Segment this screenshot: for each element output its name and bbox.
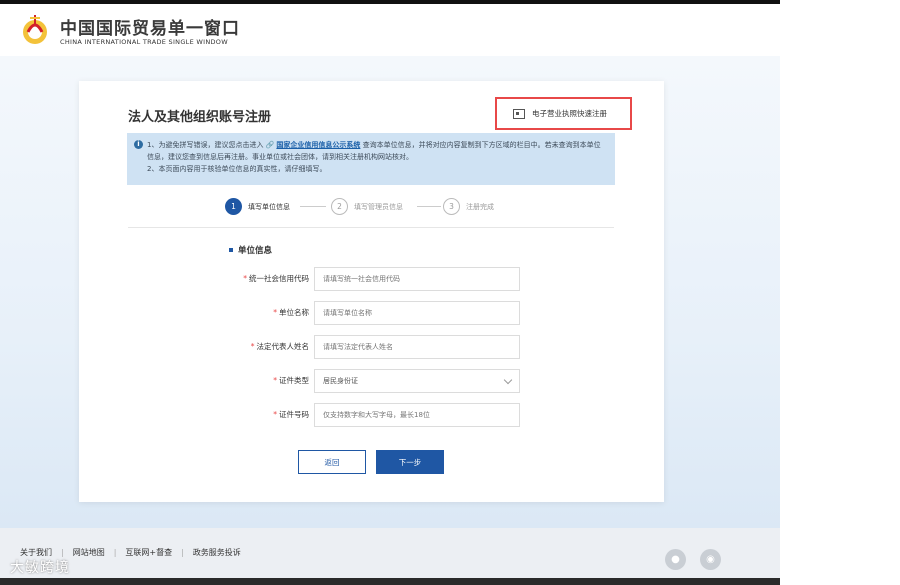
step-2: 2 填写管理员信息 bbox=[331, 198, 403, 215]
right-blank-area bbox=[780, 0, 900, 585]
id-type-row: * 证件类型 居民身份证 bbox=[219, 369, 520, 393]
id-number-row: * 证件号码 bbox=[219, 403, 520, 427]
site-footer: 关于我们 | 网站地图 | 互联网+督查 | 政务服务投诉 ● ◉ bbox=[0, 528, 780, 578]
footer-link-sitemap[interactable]: 网站地图 bbox=[73, 547, 105, 558]
site-logo-icon[interactable] bbox=[20, 12, 50, 48]
step-1-label: 填写单位信息 bbox=[248, 202, 290, 211]
footer-separator: | bbox=[113, 548, 117, 557]
required-mark: * bbox=[273, 308, 277, 317]
required-mark: * bbox=[273, 376, 277, 385]
weibo-icon[interactable]: ◉ bbox=[700, 549, 721, 570]
legal-rep-label: * 法定代表人姓名 bbox=[251, 341, 309, 352]
info-icon: i bbox=[134, 140, 143, 149]
footer-separator: | bbox=[61, 548, 64, 557]
next-step-button[interactable]: 下一步 bbox=[376, 450, 444, 474]
site-subtitle: CHINA INTERNATIONAL TRADE SINGLE WINDOW bbox=[60, 38, 228, 46]
site-header: 中国国际贸易单一窗口 CHINA INTERNATIONAL TRADE SIN… bbox=[0, 4, 780, 56]
org-name-label: * 单位名称 bbox=[273, 307, 309, 318]
section-title-text: 单位信息 bbox=[238, 246, 273, 256]
quick-license-register-label: 电子营业执照快速注册 bbox=[532, 109, 607, 118]
footer-link-supervision[interactable]: 互联网+督查 bbox=[125, 547, 172, 558]
section-bullet bbox=[229, 248, 233, 252]
required-mark: * bbox=[273, 410, 277, 419]
notice-line1-prefix: 1、为避免拼写错误，建议您点击进入 bbox=[147, 141, 264, 149]
step-connector bbox=[417, 206, 441, 207]
back-button[interactable]: 返回 bbox=[298, 450, 366, 474]
divider bbox=[128, 227, 614, 228]
chevron-down-icon bbox=[503, 375, 513, 385]
required-mark: * bbox=[243, 274, 247, 283]
step-3-label: 注册完成 bbox=[466, 202, 494, 211]
quick-license-register-button[interactable]: 电子营业执照快速注册 bbox=[495, 97, 632, 130]
credit-code-label: * 统一社会信用代码 bbox=[243, 273, 309, 284]
wechat-icon[interactable]: ● bbox=[665, 549, 686, 570]
page-title: 法人及其他组织账号注册 bbox=[128, 110, 272, 125]
notice-box: i 1、为避免拼写错误，建议您点击进入 🔗 国家企业信用信息公示系统 查询本单位信… bbox=[127, 133, 615, 185]
step-indicator: 1 填写单位信息 2 填写管理员信息 3 注册完成 bbox=[225, 198, 525, 216]
link-icon: 🔗 bbox=[265, 141, 275, 149]
id-type-label-text: 证件类型 bbox=[279, 376, 309, 385]
legal-rep-input[interactable] bbox=[314, 335, 520, 359]
step-3-number: 3 bbox=[443, 198, 460, 215]
id-number-label-text: 证件号码 bbox=[279, 410, 309, 419]
registration-card: 法人及其他组织账号注册 电子营业执照快速注册 i 1、为避免拼写错误，建议您点击… bbox=[79, 81, 664, 502]
id-number-label: * 证件号码 bbox=[273, 409, 309, 420]
os-taskbar bbox=[0, 578, 780, 585]
step-1: 1 填写单位信息 bbox=[225, 198, 290, 215]
step-1-number: 1 bbox=[225, 198, 242, 215]
section-title: 单位信息 bbox=[229, 244, 272, 256]
license-card-icon bbox=[513, 108, 525, 119]
footer-separator: | bbox=[181, 548, 184, 557]
org-name-label-text: 单位名称 bbox=[279, 308, 309, 317]
id-type-label: * 证件类型 bbox=[273, 375, 309, 386]
legal-rep-label-text: 法定代表人姓名 bbox=[256, 342, 310, 351]
site-title: 中国国际贸易单一窗口 bbox=[60, 19, 240, 39]
credit-info-system-link[interactable]: 国家企业信用信息公示系统 bbox=[276, 141, 360, 149]
footer-link-complaint[interactable]: 政务服务投诉 bbox=[193, 547, 241, 558]
org-name-row: * 单位名称 bbox=[219, 301, 520, 325]
step-2-label: 填写管理员信息 bbox=[354, 202, 403, 211]
step-2-number: 2 bbox=[331, 198, 348, 215]
credit-code-row: * 统一社会信用代码 bbox=[219, 267, 520, 291]
id-number-input[interactable] bbox=[314, 403, 520, 427]
org-name-input[interactable] bbox=[314, 301, 520, 325]
notice-line-1: 1、为避免拼写错误，建议您点击进入 🔗 国家企业信用信息公示系统 查询本单位信息，… bbox=[147, 139, 607, 163]
notice-line-2: 2、本页面内容用于核验单位信息的真实性，请仔细填写。 bbox=[147, 165, 327, 173]
credit-code-label-text: 统一社会信用代码 bbox=[249, 274, 309, 283]
step-connector bbox=[300, 206, 326, 207]
required-mark: * bbox=[250, 342, 255, 351]
watermark-text: 大敏跨境 bbox=[10, 560, 70, 576]
id-type-value: 居民身份证 bbox=[323, 377, 358, 385]
step-3: 3 注册完成 bbox=[443, 198, 494, 215]
legal-rep-row: * 法定代表人姓名 bbox=[219, 335, 520, 359]
credit-code-input[interactable] bbox=[314, 267, 520, 291]
id-type-select[interactable]: 居民身份证 bbox=[314, 369, 520, 393]
